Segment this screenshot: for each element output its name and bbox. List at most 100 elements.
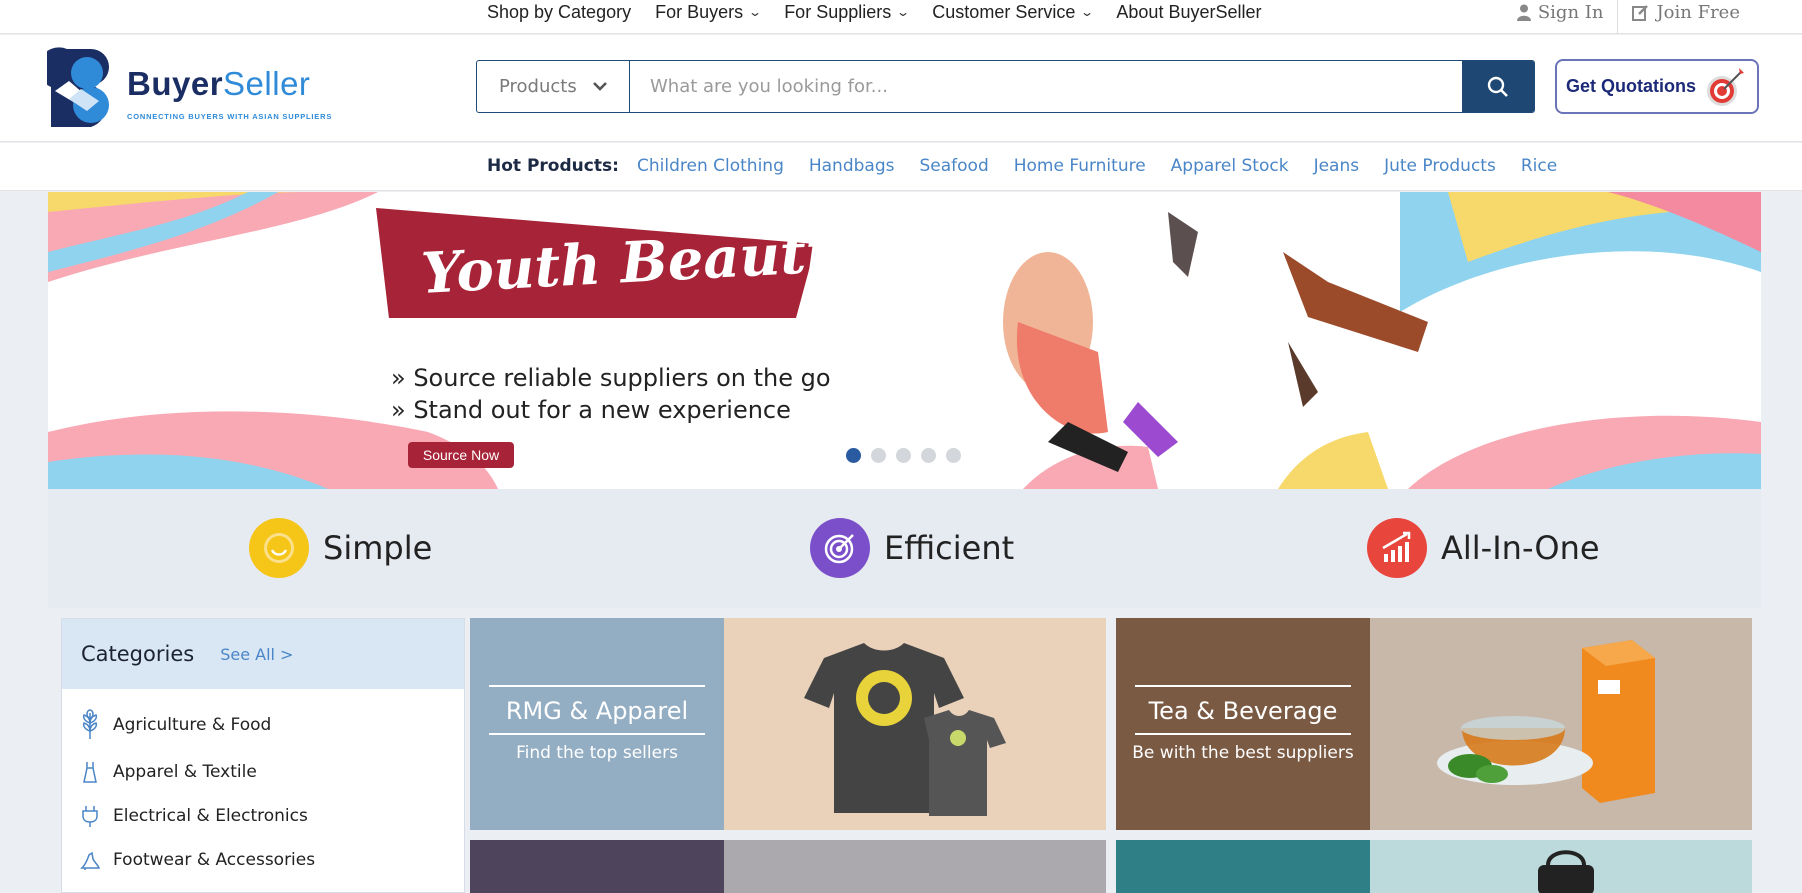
bag-image bbox=[1538, 850, 1594, 893]
hot-products-list: Children Clothing Handbags Seafood Home … bbox=[637, 156, 1582, 176]
top-bar: Shop by Category For Buyers ⌄ For Supplie… bbox=[0, 0, 1802, 34]
promo-tile-rmg-apparel[interactable]: RMG & Apparel Find the top sellers bbox=[470, 618, 1106, 830]
hot-product-link[interactable]: Children Clothing bbox=[637, 156, 784, 176]
nav-shop-by-category[interactable]: Shop by Category bbox=[487, 0, 631, 24]
carousel-dot-active[interactable] bbox=[846, 448, 861, 463]
logo-tagline: CONNECTING BUYERS WITH ASIAN SUPPLIERS bbox=[127, 112, 333, 121]
categories-title: Categories bbox=[81, 642, 195, 666]
target-icon bbox=[810, 518, 870, 578]
hot-product-link[interactable]: Home Furniture bbox=[1014, 156, 1146, 176]
feature-label: Efficient bbox=[884, 529, 1015, 567]
search-bar: Products bbox=[476, 60, 1535, 113]
category-item-electrical[interactable]: Electrical & Electronics bbox=[79, 804, 308, 828]
promo-tile-subtitle: Find the top sellers bbox=[516, 743, 678, 763]
hot-products-bar: Hot Products: Children Clothing Handbags… bbox=[0, 143, 1802, 191]
hot-product-link[interactable]: Seafood bbox=[919, 156, 988, 176]
header: BuyerSeller CONNECTING BUYERS WITH ASIAN… bbox=[0, 35, 1802, 142]
edit-icon bbox=[1632, 4, 1649, 21]
categories-panel: Categories See All > Agriculture & Food … bbox=[61, 618, 465, 893]
auth-links: Sign In Join Free bbox=[1503, 0, 1754, 34]
see-all-link[interactable]: See All > bbox=[220, 645, 293, 664]
get-quotations-label: Get Quotations bbox=[1566, 76, 1696, 96]
plug-icon bbox=[79, 804, 113, 828]
dress-icon bbox=[79, 760, 113, 784]
shoe-icon bbox=[79, 849, 113, 871]
promo-tile-partial[interactable] bbox=[470, 840, 1106, 893]
smile-icon bbox=[249, 518, 309, 578]
nav-label: Customer Service bbox=[932, 2, 1076, 22]
promo-tile-text bbox=[470, 840, 724, 893]
banner-bullets: » Source reliable suppliers on the go » … bbox=[391, 362, 831, 426]
logo-wordmark: BuyerSeller bbox=[127, 65, 310, 103]
category-item-agriculture[interactable]: Agriculture & Food bbox=[79, 709, 271, 741]
carousel-dot[interactable] bbox=[946, 448, 961, 463]
carousel-dot[interactable] bbox=[871, 448, 886, 463]
carousel-dot[interactable] bbox=[896, 448, 911, 463]
growth-chart-icon bbox=[1367, 518, 1427, 578]
search-category-select[interactable]: Products bbox=[477, 61, 630, 112]
features-strip: Simple Efficient All-In-One bbox=[48, 489, 1761, 608]
site-logo[interactable]: BuyerSeller CONNECTING BUYERS WITH ASIAN… bbox=[47, 47, 337, 129]
promo-tile-text: Tea & Beverage Be with the best supplier… bbox=[1116, 618, 1370, 830]
search-input[interactable] bbox=[630, 61, 1462, 112]
promo-tile-tea-beverage[interactable]: Tea & Beverage Be with the best supplier… bbox=[1116, 618, 1752, 830]
category-item-footwear[interactable]: Footwear & Accessories bbox=[79, 849, 315, 871]
tea-image bbox=[1437, 640, 1655, 803]
carousel-dot[interactable] bbox=[921, 448, 936, 463]
chevron-down-icon: ⌄ bbox=[1080, 5, 1095, 19]
hero-banner[interactable]: Youth Beautiful » Source reliable suppli… bbox=[48, 192, 1761, 489]
chevron-down-icon: ⌄ bbox=[748, 5, 763, 19]
hot-product-link[interactable]: Apparel Stock bbox=[1171, 156, 1289, 176]
hot-products-label: Hot Products: bbox=[487, 156, 619, 176]
hot-product-link[interactable]: Handbags bbox=[809, 156, 895, 176]
feature-all-in-one: All-In-One bbox=[1367, 518, 1600, 578]
join-free-label: Join Free bbox=[1656, 1, 1740, 23]
search-button[interactable] bbox=[1462, 61, 1534, 112]
divider bbox=[1135, 733, 1351, 735]
hot-product-link[interactable]: Jeans bbox=[1314, 156, 1360, 176]
nav-label: For Suppliers bbox=[784, 2, 892, 22]
category-label: Footwear & Accessories bbox=[113, 850, 316, 870]
feature-simple: Simple bbox=[249, 518, 432, 578]
promo-tile-subtitle: Be with the best suppliers bbox=[1132, 743, 1354, 763]
promo-tile-heading: Tea & Beverage bbox=[1148, 697, 1338, 725]
logo-word-buyer: Buyer bbox=[127, 65, 224, 102]
search-category-label: Products bbox=[499, 76, 577, 97]
categories-header: Categories See All > bbox=[62, 619, 464, 689]
nav-label: About BuyerSeller bbox=[1116, 2, 1262, 22]
chevron-down-icon bbox=[593, 81, 607, 91]
join-free-link[interactable]: Join Free bbox=[1618, 0, 1754, 24]
nav-about[interactable]: About BuyerSeller bbox=[1116, 0, 1261, 24]
wheat-icon bbox=[79, 709, 113, 741]
banner-bullet: » Stand out for a new experience bbox=[391, 396, 791, 424]
logo-word-seller: Seller bbox=[223, 65, 311, 102]
feature-label: All-In-One bbox=[1441, 529, 1600, 567]
promo-tile-partial[interactable] bbox=[1116, 840, 1752, 893]
promo-tile-text bbox=[1116, 840, 1370, 893]
feature-efficient: Efficient bbox=[810, 518, 1014, 578]
nav-for-suppliers[interactable]: For Suppliers ⌄ bbox=[784, 0, 911, 24]
sign-in-label: Sign In bbox=[1537, 1, 1604, 23]
category-label: Electrical & Electronics bbox=[113, 806, 308, 826]
hot-product-link[interactable]: Rice bbox=[1521, 156, 1557, 176]
hot-product-link[interactable]: Jute Products bbox=[1384, 156, 1496, 176]
divider bbox=[489, 685, 705, 687]
category-item-apparel[interactable]: Apparel & Textile bbox=[79, 760, 257, 784]
banner-title-box: Youth Beautiful bbox=[376, 208, 915, 318]
tshirt-image bbox=[804, 643, 1006, 816]
category-label: Agriculture & Food bbox=[113, 715, 272, 735]
nav-label: Shop by Category bbox=[487, 2, 632, 22]
sign-in-link[interactable]: Sign In bbox=[1503, 0, 1618, 24]
search-icon bbox=[1487, 76, 1508, 97]
get-quotations-button[interactable]: Get Quotations bbox=[1555, 59, 1759, 114]
user-icon bbox=[1516, 4, 1531, 21]
top-nav: Shop by Category For Buyers ⌄ For Supplie… bbox=[487, 0, 1286, 24]
source-now-button[interactable]: Source Now bbox=[408, 442, 514, 468]
banner-bullet: » Source reliable suppliers on the go bbox=[391, 364, 831, 392]
nav-for-buyers[interactable]: For Buyers ⌄ bbox=[655, 0, 763, 24]
category-label: Apparel & Textile bbox=[113, 762, 257, 782]
chevron-down-icon: ⌄ bbox=[896, 5, 911, 19]
nav-customer-service[interactable]: Customer Service ⌄ bbox=[932, 0, 1095, 24]
divider bbox=[1135, 685, 1351, 687]
target-icon bbox=[1707, 67, 1744, 106]
